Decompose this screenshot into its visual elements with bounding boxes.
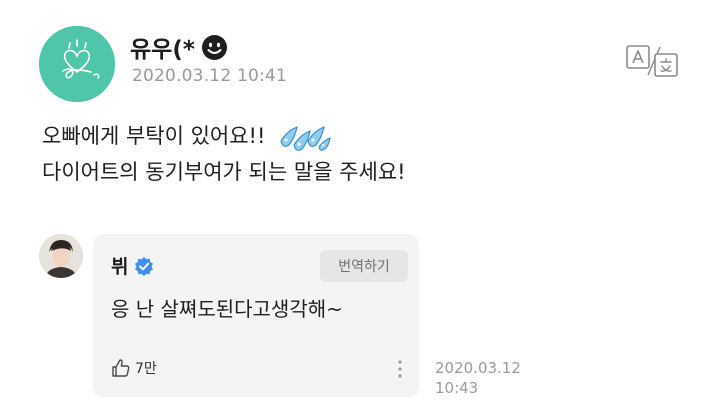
reply-author-avatar[interactable] [39, 234, 83, 278]
reply-author-name: 뷔 [111, 256, 129, 278]
more-vertical-icon[interactable] [393, 358, 407, 380]
translate-icon[interactable] [626, 44, 678, 78]
post-line: 다이어트의 동기부여가 되는 말을 주세요! [42, 154, 406, 190]
post-line-text: 다이어트의 동기부여가 되는 말을 주세요! [42, 160, 406, 184]
reply-card: 뷔 번역하기 응 난 살쪄도된다고생각해~ 7만 [93, 234, 419, 397]
reply-message: 응 난 살쪄도된다고생각해~ [111, 297, 343, 321]
like-button[interactable]: 7만 [111, 358, 157, 378]
translate-button[interactable]: 번역하기 [320, 250, 408, 282]
profile-photo-icon [39, 234, 83, 278]
fan-post-page: 유우(* 2020.03.12 10:41 오빠에게 부탁이 있어요!! 다이어… [0, 0, 720, 407]
post-author: 유우(* [130, 30, 228, 64]
author-avatar[interactable] [39, 26, 115, 102]
post-line-text: 오빠에게 부탁이 있어요!! [42, 124, 266, 148]
thumbs-up-icon [111, 358, 131, 378]
reply-author: 뷔 [111, 252, 154, 279]
reply-timestamp: 2020.03.12 10:43 [435, 359, 521, 397]
post-timestamp: 2020.03.12 10:41 [132, 66, 287, 86]
heart-sketch-icon [39, 26, 115, 102]
post-line: 오빠에게 부탁이 있어요!! [42, 118, 406, 154]
verified-badge-icon [134, 256, 154, 276]
post-content: 오빠에게 부탁이 있어요!! 다이어트의 동기부여가 되는 말을 주세요! [42, 118, 406, 190]
author-name: 유우(* [130, 37, 195, 63]
smiling-face-emoji-icon [201, 34, 228, 61]
like-count: 7만 [135, 361, 157, 377]
sweat-droplets-icon [275, 119, 333, 153]
